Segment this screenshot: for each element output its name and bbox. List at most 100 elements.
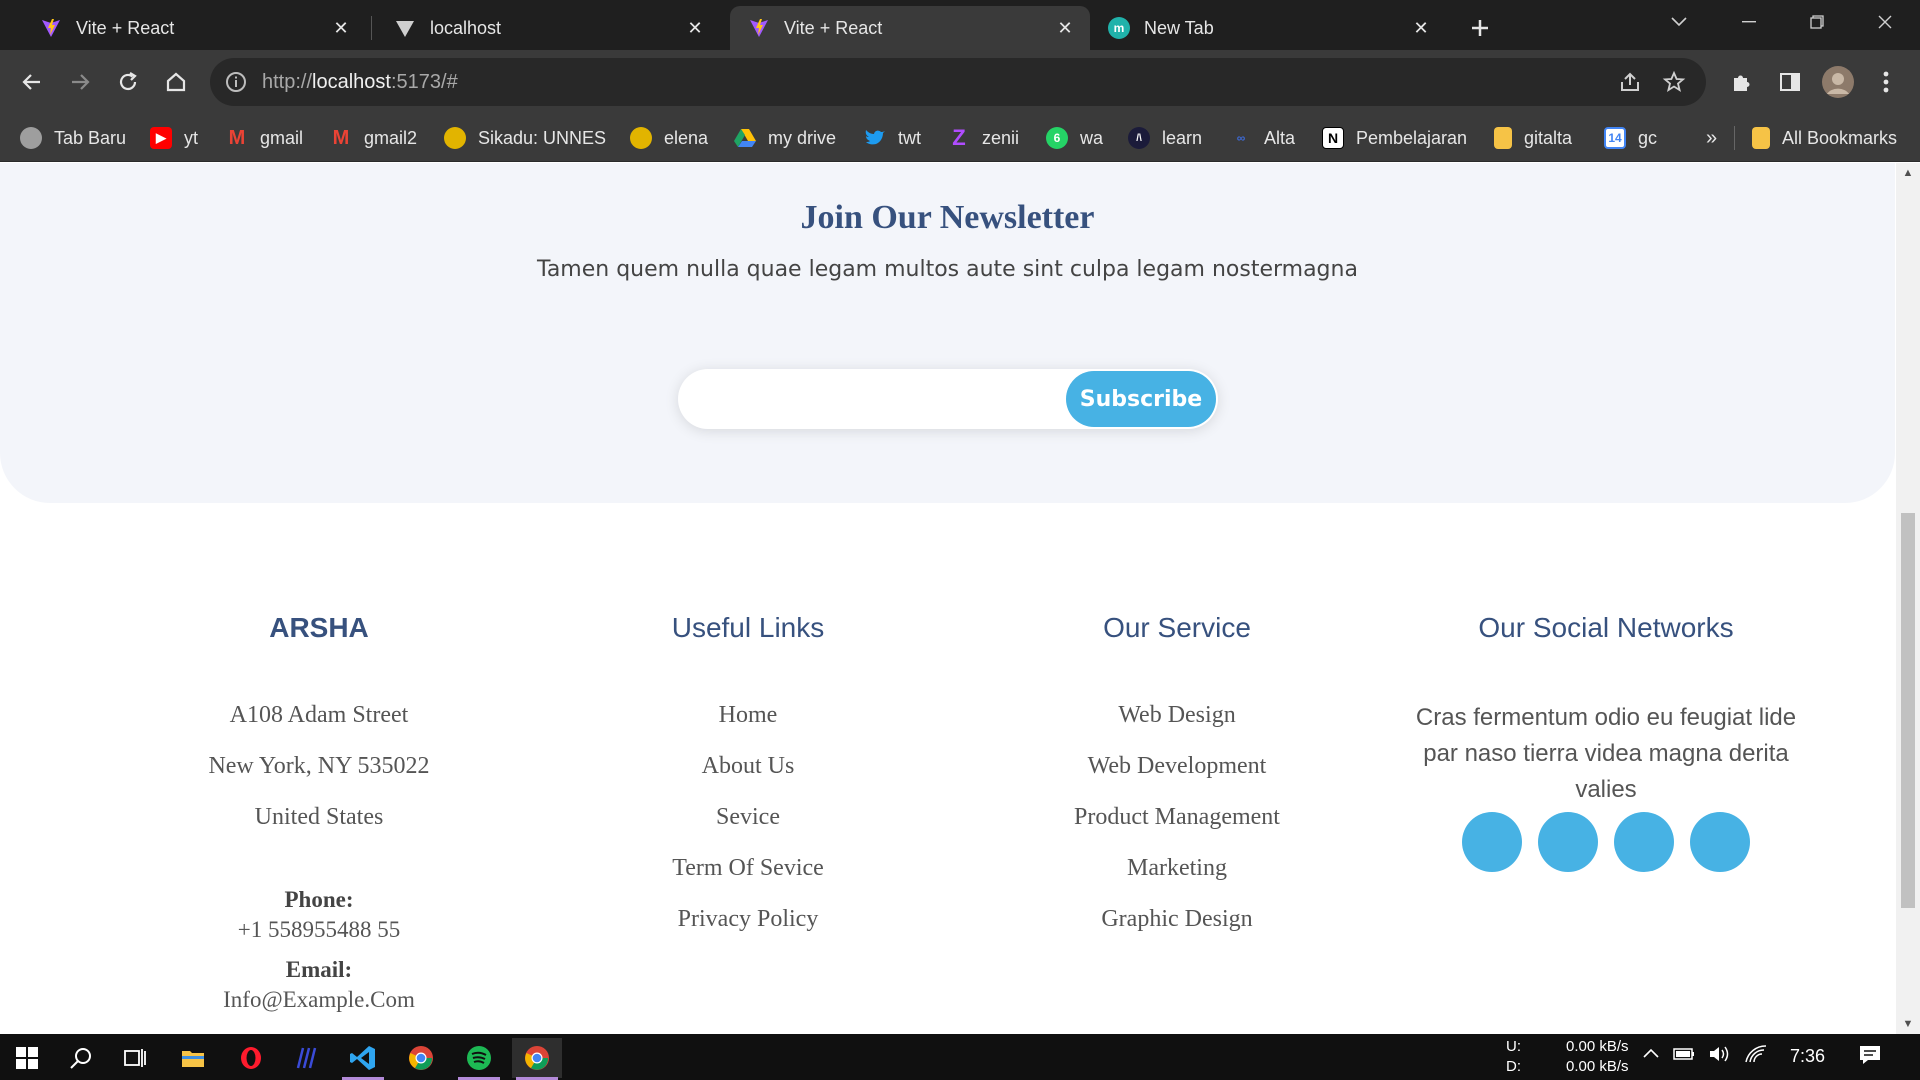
close-tab-icon[interactable]: ✕ <box>1410 17 1432 39</box>
social-icon-4[interactable] <box>1690 812 1750 872</box>
star-bookmark-icon[interactable] <box>1662 70 1686 99</box>
scroll-up-icon[interactable]: ▲ <box>1902 167 1914 179</box>
address-list: A108 Adam Street New York, NY 535022 Uni… <box>104 700 534 853</box>
show-hidden-icons-icon[interactable] <box>1642 1046 1660 1063</box>
visual-studio-icon[interactable] <box>282 1038 332 1078</box>
close-window-button[interactable] <box>1850 0 1920 44</box>
all-bookmarks-button[interactable]: All Bookmarks <box>1752 114 1897 162</box>
service-link-web-development[interactable]: Web Development <box>962 751 1392 802</box>
bookmark-gmail2[interactable]: Mgmail2 <box>330 114 417 162</box>
phone-block: Phone: +1 558955488 55 <box>104 887 534 943</box>
twitter-icon <box>864 127 886 149</box>
service-link-graphic-design[interactable]: Graphic Design <box>962 904 1392 955</box>
share-icon[interactable] <box>1618 70 1642 99</box>
home-button[interactable] <box>158 64 194 100</box>
net-up-speed: 0.00 kB/s <box>1566 1038 1629 1055</box>
net-down-speed: 0.00 kB/s <box>1566 1058 1629 1075</box>
bookmark-sikadu[interactable]: Sikadu: UNNES <box>444 114 606 162</box>
footer-useful-links-column: Useful Links Home About Us Sevice Term O… <box>533 612 963 955</box>
footer-service-column: Our Service Web Design Web Development P… <box>962 612 1392 955</box>
reload-icon <box>119 72 137 91</box>
bookmark-my-drive[interactable]: my drive <box>734 114 836 162</box>
spotify-icon[interactable] <box>454 1038 504 1080</box>
tab-vite-react-1[interactable]: Vite + React ✕ <box>22 6 366 50</box>
bookmark-elena[interactable]: elena <box>630 114 708 162</box>
social-icon-3[interactable] <box>1614 812 1674 872</box>
opera-icon[interactable] <box>226 1038 276 1078</box>
footer-link-terms[interactable]: Term Of Sevice <box>533 853 963 904</box>
battery-icon[interactable] <box>1672 1046 1696 1066</box>
task-view-icon[interactable] <box>110 1038 160 1078</box>
scroll-down-icon[interactable]: ▼ <box>1902 1018 1914 1030</box>
windows-start-icon[interactable] <box>2 1038 52 1078</box>
social-icon-1[interactable] <box>1462 812 1522 872</box>
minimize-button[interactable] <box>1714 0 1784 44</box>
tab-title: localhost <box>430 17 502 38</box>
bookmark-zenii[interactable]: Zzenii <box>948 114 1019 162</box>
bookmark-label: Sikadu: UNNES <box>478 127 607 148</box>
phone-value: +1 558955488 55 <box>237 917 401 942</box>
bookmark-yt[interactable]: ▶ yt <box>150 114 198 162</box>
bookmark-tab-baru[interactable]: Tab Baru <box>20 114 126 162</box>
tab-localhost[interactable]: localhost ✕ <box>376 6 720 50</box>
clock-time[interactable]: 7:36 <box>1790 1046 1825 1067</box>
chrome-profile-icon[interactable] <box>512 1038 562 1080</box>
email-input[interactable] <box>696 379 1056 419</box>
tab-search-button[interactable] <box>1644 0 1714 44</box>
bookmark-gc[interactable]: 14 gc <box>1604 114 1657 162</box>
bookmark-gmail[interactable]: Mgmail <box>226 114 303 162</box>
scrollbar-thumb[interactable] <box>1901 513 1915 908</box>
tab-new-tab[interactable]: m New Tab ✕ <box>1090 6 1446 50</box>
gmail-icon: M <box>228 126 246 149</box>
footer-link-service[interactable]: Sevice <box>533 802 963 853</box>
social-icon-2[interactable] <box>1538 812 1598 872</box>
tab-vite-react-active[interactable]: Vite + React ✕ <box>730 6 1090 50</box>
forward-button[interactable] <box>62 64 98 100</box>
url-scheme: http:// <box>262 71 313 93</box>
bookmarks-overflow-button[interactable]: » <box>1706 114 1717 162</box>
service-link-product-management[interactable]: Product Management <box>962 802 1392 853</box>
circle-icon <box>20 127 42 149</box>
reload-button[interactable] <box>110 64 146 100</box>
address-bar[interactable]: http://localhost:5173/# <box>210 58 1706 106</box>
back-button[interactable] <box>14 64 50 100</box>
footer-link-home[interactable]: Home <box>533 700 963 751</box>
service-link-web-design[interactable]: Web Design <box>962 700 1392 751</box>
service-link-marketing[interactable]: Marketing <box>962 853 1392 904</box>
bookmark-label: yt <box>184 127 199 148</box>
side-panel-button[interactable] <box>1772 64 1808 100</box>
extensions-button[interactable] <box>1724 64 1760 100</box>
footer-link-about[interactable]: About Us <box>533 751 963 802</box>
social-networks-title: Our Social Networks <box>1478 612 1734 643</box>
wifi-icon[interactable] <box>1744 1044 1768 1068</box>
subscribe-button[interactable]: Subscribe <box>1066 371 1216 427</box>
profile-avatar[interactable] <box>1820 64 1856 100</box>
new-tab-button[interactable] <box>1462 10 1498 46</box>
vscode-icon[interactable] <box>338 1038 388 1080</box>
bookmark-gitalta[interactable]: gitalta <box>1494 114 1572 162</box>
chrome-icon[interactable] <box>396 1038 446 1078</box>
restore-icon <box>1810 15 1824 29</box>
bookmark-learn[interactable]: /\ learn <box>1128 114 1202 162</box>
browser-menu-button[interactable] <box>1868 64 1904 100</box>
file-explorer-icon[interactable] <box>168 1038 218 1078</box>
search-icon[interactable] <box>56 1038 106 1078</box>
bookmark-pembelajaran[interactable]: N Pembelajaran <box>1322 114 1467 162</box>
tab-divider <box>371 16 372 40</box>
notion-icon: N <box>1322 127 1344 149</box>
bookmark-wa[interactable]: 6 wa <box>1046 114 1103 162</box>
close-tab-icon[interactable]: ✕ <box>330 17 352 39</box>
close-tab-icon[interactable]: ✕ <box>684 17 706 39</box>
side-panel-icon <box>1780 73 1800 91</box>
page-scrollbar[interactable]: ▲ ▼ <box>1896 163 1920 1034</box>
newsletter-form: Subscribe <box>678 369 1218 429</box>
folder-icon <box>1494 127 1512 149</box>
info-icon <box>226 72 246 92</box>
volume-icon[interactable] <box>1708 1044 1732 1068</box>
restore-button[interactable] <box>1782 0 1852 44</box>
close-tab-icon[interactable]: ✕ <box>1054 17 1076 39</box>
notifications-icon[interactable] <box>1858 1044 1882 1070</box>
footer-link-privacy[interactable]: Privacy Policy <box>533 904 963 955</box>
bookmark-alta[interactable]: ∞ Alta <box>1230 114 1295 162</box>
bookmark-twt[interactable]: twt <box>864 114 921 162</box>
